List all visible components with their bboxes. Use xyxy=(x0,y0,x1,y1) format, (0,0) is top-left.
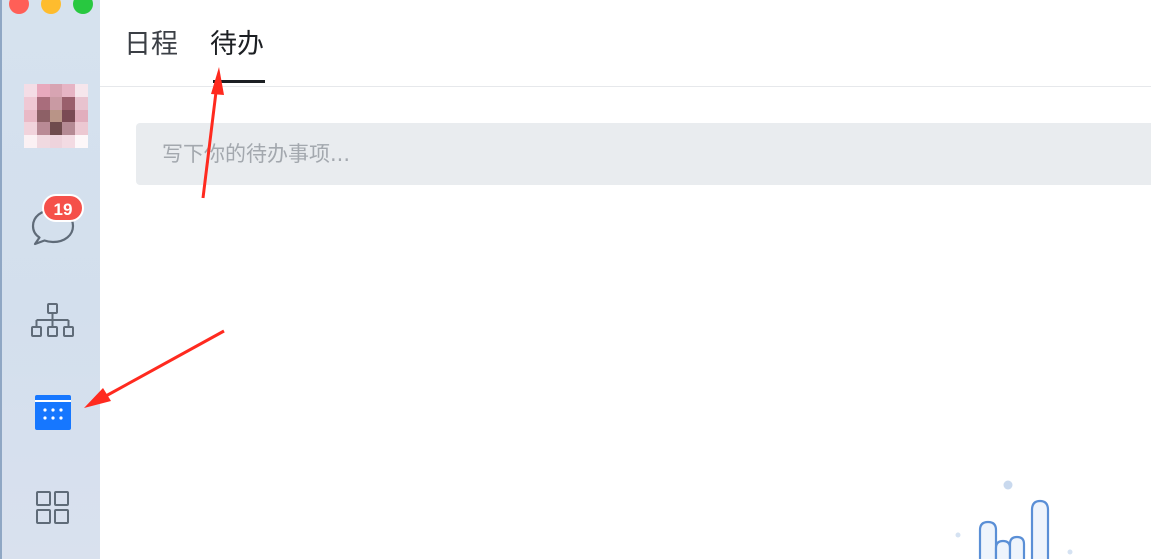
sidebar: 19 xyxy=(0,0,100,559)
maximize-window-button[interactable] xyxy=(73,0,93,14)
todo-input[interactable] xyxy=(136,123,1151,185)
avatar[interactable] xyxy=(24,84,88,148)
empty-state-illustration xyxy=(955,480,1073,559)
tab-schedule[interactable]: 日程 xyxy=(124,22,178,61)
grid-apps-icon xyxy=(36,491,69,524)
active-tab-indicator xyxy=(213,80,265,83)
sidebar-item-calendar[interactable] xyxy=(22,382,82,442)
tab-todo[interactable]: 待办 xyxy=(210,22,264,61)
tab-bar: 日程 待办 xyxy=(100,0,1151,87)
org-chart-icon xyxy=(31,303,74,337)
sidebar-item-org[interactable] xyxy=(22,294,82,354)
minimize-window-button[interactable] xyxy=(41,0,61,14)
unread-count-badge: 19 xyxy=(42,194,84,222)
app-window: 19 日程 待办 写下你的待办事项... xyxy=(0,0,1151,559)
sidebar-item-apps[interactable] xyxy=(22,478,82,538)
main-content: 日程 待办 xyxy=(100,0,1151,559)
close-window-button[interactable] xyxy=(9,0,29,14)
calendar-icon xyxy=(35,395,71,430)
